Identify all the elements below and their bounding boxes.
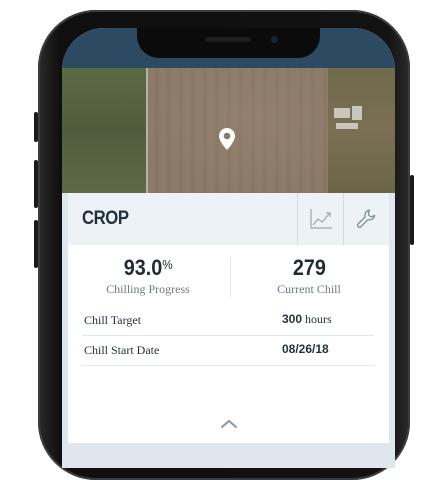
chill-target-value: 300 hours	[282, 312, 332, 327]
line-chart-icon	[310, 209, 332, 229]
chilling-progress-stat: 93.0% Chilling Progress	[68, 255, 228, 297]
phone-power-button	[410, 175, 414, 245]
map-field-shade	[146, 68, 328, 193]
front-camera	[271, 36, 278, 43]
chilling-progress-value: 93.0%	[124, 255, 173, 281]
progress-number: 93.0	[123, 255, 163, 280]
progress-unit: %	[162, 257, 173, 272]
current-chill-label: Current Chill	[277, 282, 341, 296]
chill-start-date-row: Chill Start Date 08/26/18	[82, 335, 374, 366]
map-farm-building	[352, 106, 362, 120]
screen-bottom-area	[62, 443, 395, 468]
phone-side-button	[34, 112, 38, 142]
chill-target-row: Chill Target 300 hours	[82, 305, 374, 336]
crop-card-body: 93.0% Chilling Progress 279 Current Chil…	[68, 245, 389, 443]
map-road	[146, 68, 148, 193]
chart-button[interactable]	[297, 193, 344, 245]
crop-card-header: CROP	[68, 193, 389, 246]
wrench-icon	[356, 209, 376, 228]
current-chill-stat: 279 Current Chill	[229, 255, 389, 297]
chill-target-label: Chill Target	[84, 313, 142, 327]
map-field-right	[328, 68, 395, 193]
chilling-progress-label: Chilling Progress	[106, 282, 190, 296]
map-field-left	[62, 68, 146, 193]
phone-volume-up-button	[34, 160, 38, 208]
chevron-up-icon[interactable]	[220, 418, 238, 430]
map-farm-building	[334, 108, 350, 118]
chill-start-date-number: 08/26/18	[282, 342, 329, 356]
location-pin-icon[interactable]	[218, 127, 236, 151]
crop-title: CROP	[82, 208, 129, 229]
settings-button[interactable]	[343, 193, 390, 245]
phone-screen: CROP 93.0% Chilling Progress 279 Current…	[62, 28, 395, 468]
phone-notch	[137, 28, 320, 58]
satellite-map[interactable]	[62, 68, 395, 193]
map-farm-building	[336, 123, 358, 129]
speaker-grille	[205, 37, 251, 42]
chill-target-unit: hours	[305, 312, 332, 326]
current-chill-value: 279	[292, 255, 326, 280]
chill-target-number: 300	[282, 312, 303, 326]
chill-start-date-label: Chill Start Date	[84, 343, 160, 357]
chill-start-date-value: 08/26/18	[282, 342, 329, 357]
phone-volume-down-button	[34, 220, 38, 268]
